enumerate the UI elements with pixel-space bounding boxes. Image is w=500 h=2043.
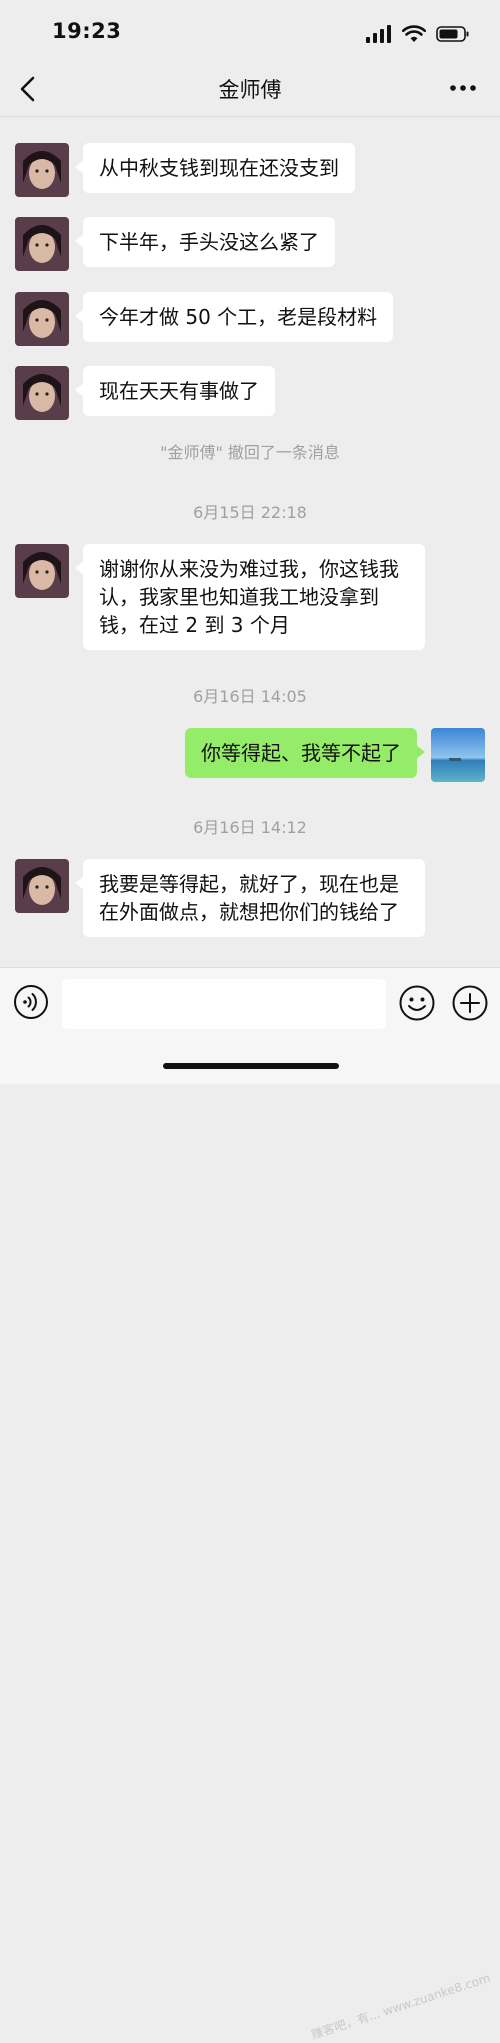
contact-avatar[interactable]	[15, 217, 69, 271]
timestamp: 6月16日 14:05	[193, 687, 307, 706]
emoji-icon[interactable]	[398, 984, 436, 1022]
nav-bar: 金师傅	[0, 62, 500, 117]
contact-avatar[interactable]	[15, 366, 69, 420]
message-bubble[interactable]: 现在天天有事做了	[75, 366, 275, 416]
chat-title: 金师傅	[218, 78, 282, 102]
contact-avatar[interactable]	[15, 859, 69, 913]
voice-icon[interactable]	[13, 984, 49, 1020]
message-bubble[interactable]: 从中秋支钱到现在还没支到	[75, 143, 355, 193]
status-time: 19:23	[52, 19, 122, 43]
my-avatar[interactable]	[431, 728, 485, 782]
message-bubble[interactable]: 今年才做 50 个工，老是段材料	[74, 292, 394, 342]
timestamp: 6月15日 22:18	[193, 503, 307, 522]
more-dots-icon[interactable]	[448, 78, 478, 98]
home-indicator[interactable]	[163, 1063, 339, 1069]
contact-avatar[interactable]	[15, 292, 69, 346]
contact-avatar[interactable]	[15, 143, 69, 197]
message-input[interactable]	[62, 979, 386, 1029]
timestamp: 6月16日 14:12	[193, 818, 307, 837]
battery-icon	[436, 26, 469, 42]
chat-area[interactable]: 从中秋支钱到现在还没支到 下半年，手头没这么紧了 今年才做 50 个工，老是段材…	[0, 117, 500, 967]
message-bubble[interactable]: 我要是等得起，就好了，现在也是在外面做点，就想把你们的钱给了	[75, 859, 425, 937]
recall-notice: "金师傅" 撤回了一条消息	[160, 443, 340, 462]
status-bar: 19:23	[0, 0, 500, 62]
plus-icon[interactable]	[451, 984, 489, 1022]
wifi-icon	[402, 25, 426, 42]
message-bubble-outgoing[interactable]: 你等得起、我等不起了	[185, 728, 425, 778]
message-bubble[interactable]: 谢谢你从来没为难过我，你这钱我认，我家里也知道我工地没拿到钱，在过 2 到 3 …	[75, 544, 425, 650]
contact-avatar[interactable]	[15, 544, 69, 598]
signal-icon	[366, 25, 391, 43]
status-icons	[366, 22, 470, 46]
message-bubble[interactable]: 下半年，手头没这么紧了	[75, 217, 335, 267]
watermark: 赚客吧，有... www.zuanke8.com	[309, 1970, 492, 2042]
